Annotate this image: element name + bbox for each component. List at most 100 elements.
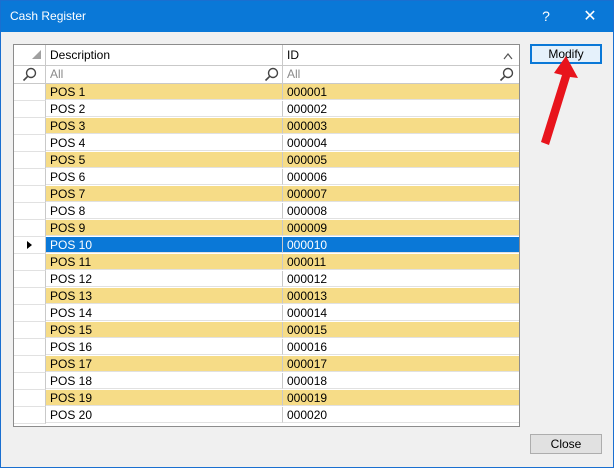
cell-description[interactable]: POS 7 (46, 186, 283, 202)
row-header[interactable] (14, 407, 46, 424)
cell-id[interactable]: 000015 (283, 322, 519, 338)
table-row[interactable]: POS 17 000017 (14, 356, 519, 373)
row-header[interactable] (14, 152, 46, 169)
table-row[interactable]: POS 15 000015 (14, 322, 519, 339)
table-row[interactable]: POS 20 000020 (14, 407, 519, 424)
filter-id-placeholder: All (287, 67, 301, 81)
table-row[interactable]: POS 13 000013 (14, 288, 519, 305)
row-header[interactable] (14, 118, 46, 135)
table-row[interactable]: POS 9 000009 (14, 220, 519, 237)
row-header[interactable] (14, 373, 46, 390)
table-row[interactable]: POS 5 000005 (14, 152, 519, 169)
cell-description[interactable]: POS 17 (46, 356, 283, 372)
current-row-arrow-icon (27, 241, 32, 249)
cell-id[interactable]: 000003 (283, 118, 519, 134)
cell-description[interactable]: POS 9 (46, 220, 283, 236)
table-row[interactable]: POS 7 000007 (14, 186, 519, 203)
cell-id[interactable]: 000017 (283, 356, 519, 372)
filter-row: All All (14, 66, 519, 84)
column-header-id[interactable]: ID (283, 45, 519, 65)
table-row[interactable]: POS 8 000008 (14, 203, 519, 220)
cell-description[interactable]: POS 12 (46, 271, 283, 287)
cell-description[interactable]: POS 19 (46, 390, 283, 406)
cell-id[interactable]: 000006 (283, 169, 519, 185)
sort-arrow-icon (503, 48, 513, 68)
cell-id[interactable]: 000002 (283, 101, 519, 117)
filter-description-input[interactable]: All (46, 66, 283, 83)
row-header[interactable] (14, 356, 46, 373)
table-row[interactable]: POS 12 000012 (14, 271, 519, 288)
cell-description[interactable]: POS 1 (46, 84, 283, 100)
cell-id[interactable]: 000014 (283, 305, 519, 321)
cell-id[interactable]: 000007 (283, 186, 519, 202)
table-row[interactable]: POS 11 000011 (14, 254, 519, 271)
row-header[interactable] (14, 339, 46, 356)
row-header[interactable] (14, 271, 46, 288)
magnifier-icon (22, 67, 37, 82)
cell-id[interactable]: 000009 (283, 220, 519, 236)
row-header[interactable] (14, 186, 46, 203)
row-header[interactable] (14, 220, 46, 237)
row-header[interactable] (14, 322, 46, 339)
column-header-description[interactable]: Description (46, 45, 283, 65)
table-row[interactable]: POS 19 000019 (14, 390, 519, 407)
close-button[interactable]: Close (530, 434, 602, 454)
cell-description[interactable]: POS 11 (46, 254, 283, 270)
title-bar: Cash Register ? ✕ (1, 1, 613, 32)
cell-description[interactable]: POS 8 (46, 203, 283, 219)
row-header[interactable] (14, 169, 46, 186)
cell-description[interactable]: POS 10 (46, 237, 283, 253)
row-header[interactable] (14, 254, 46, 271)
cell-id[interactable]: 000005 (283, 152, 519, 168)
magnifier-icon (499, 67, 514, 82)
row-header[interactable] (14, 84, 46, 101)
table-row[interactable]: POS 4 000004 (14, 135, 519, 152)
help-button[interactable]: ? (523, 1, 569, 32)
table-row[interactable]: POS 3 000003 (14, 118, 519, 135)
cell-description[interactable]: POS 15 (46, 322, 283, 338)
row-header[interactable] (14, 305, 46, 322)
cell-description[interactable]: POS 20 (46, 407, 283, 423)
cell-id[interactable]: 000010 (283, 237, 519, 253)
cell-id[interactable]: 000012 (283, 271, 519, 287)
row-header[interactable] (14, 390, 46, 407)
table-row[interactable]: POS 14 000014 (14, 305, 519, 322)
cell-id[interactable]: 000013 (283, 288, 519, 304)
magnifier-icon (264, 67, 279, 82)
grid-header: Description ID (14, 45, 519, 66)
row-header[interactable] (14, 288, 46, 305)
table-row[interactable]: POS 6 000006 (14, 169, 519, 186)
row-header[interactable] (14, 237, 46, 254)
cell-description[interactable]: POS 18 (46, 373, 283, 389)
cell-id[interactable]: 000001 (283, 84, 519, 100)
select-all-corner[interactable] (14, 45, 46, 65)
cell-id[interactable]: 000018 (283, 373, 519, 389)
row-header[interactable] (14, 101, 46, 118)
cell-description[interactable]: POS 6 (46, 169, 283, 185)
table-row[interactable]: POS 16 000016 (14, 339, 519, 356)
cell-description[interactable]: POS 2 (46, 101, 283, 117)
cell-description[interactable]: POS 5 (46, 152, 283, 168)
table-row[interactable]: POS 18 000018 (14, 373, 519, 390)
cell-id[interactable]: 000011 (283, 254, 519, 270)
cell-description[interactable]: POS 16 (46, 339, 283, 355)
cell-description[interactable]: POS 13 (46, 288, 283, 304)
cell-description[interactable]: POS 3 (46, 118, 283, 134)
cell-description[interactable]: POS 14 (46, 305, 283, 321)
cash-register-grid[interactable]: Description ID All All POS 1 000001 POS … (13, 44, 520, 427)
column-header-id-label: ID (287, 48, 299, 62)
cell-id[interactable]: 000008 (283, 203, 519, 219)
window-title: Cash Register (10, 9, 87, 23)
cell-id[interactable]: 000019 (283, 390, 519, 406)
cell-description[interactable]: POS 4 (46, 135, 283, 151)
table-row[interactable]: POS 2 000002 (14, 101, 519, 118)
cell-id[interactable]: 000016 (283, 339, 519, 355)
cell-id[interactable]: 000004 (283, 135, 519, 151)
cell-id[interactable]: 000020 (283, 407, 519, 423)
filter-id-input[interactable]: All (283, 66, 519, 83)
row-header[interactable] (14, 203, 46, 220)
window-close-button[interactable]: ✕ (567, 1, 613, 32)
table-row[interactable]: POS 1 000001 (14, 84, 519, 101)
table-row[interactable]: POS 10 000010 (14, 237, 519, 254)
row-header[interactable] (14, 135, 46, 152)
